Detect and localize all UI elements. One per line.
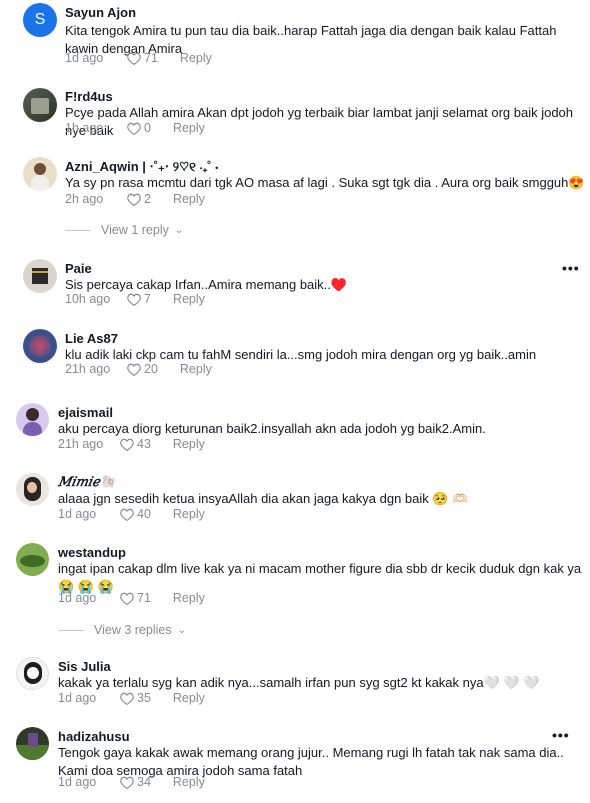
- reply-button[interactable]: Reply: [173, 292, 205, 306]
- more-dots-icon[interactable]: •••: [562, 260, 580, 276]
- reply-button[interactable]: Reply: [173, 591, 205, 605]
- heart-outline-icon: [127, 52, 141, 65]
- reply-button[interactable]: Reply: [173, 775, 205, 789]
- heart-outline-icon: [127, 363, 141, 376]
- avatar[interactable]: [23, 157, 57, 191]
- comment-time: 21h ago: [58, 437, 104, 451]
- comment-username[interactable]: westandup: [58, 545, 126, 560]
- like-button[interactable]: 34: [120, 775, 151, 789]
- comment-meta: 1d ago 40 Reply: [58, 507, 205, 521]
- comment-meta: 21h ago 20 Reply: [65, 362, 212, 376]
- like-count: 34: [137, 775, 151, 789]
- avatar[interactable]: [16, 403, 49, 436]
- like-count: 20: [144, 362, 158, 376]
- like-count: 7: [144, 292, 151, 306]
- like-count: 40: [137, 507, 151, 521]
- avatar[interactable]: [23, 329, 57, 363]
- reply-button[interactable]: Reply: [173, 691, 205, 705]
- comment-time: 1d ago: [65, 51, 104, 65]
- like-count: 71: [144, 51, 158, 65]
- divider: [65, 229, 91, 231]
- comment-meta: 1d ago 71 Reply: [65, 51, 212, 65]
- like-button[interactable]: 0: [127, 121, 151, 135]
- comment-time: 1d ago: [58, 507, 97, 521]
- comment-time: 21h ago: [65, 362, 111, 376]
- like-button[interactable]: 40: [120, 507, 151, 521]
- heart-outline-icon: [127, 122, 141, 135]
- comment-time: 1d ago: [58, 691, 97, 705]
- comment-text: alaaa jgn sesedih ketua insyaAllah dia a…: [58, 491, 469, 506]
- comment-text: Ya sy pn rasa mcmtu dari tgk AO masa af …: [65, 175, 585, 190]
- comment-meta: 1d ago 35 Reply: [58, 691, 205, 705]
- like-count: 0: [144, 121, 151, 135]
- avatar[interactable]: [16, 473, 49, 506]
- comment-meta: 1d ago 71 Reply: [58, 591, 205, 605]
- like-count: 43: [137, 437, 151, 451]
- like-button[interactable]: 71: [127, 51, 158, 65]
- reply-button[interactable]: Reply: [180, 362, 212, 376]
- comment-text: kakak ya terlalu syg kan adik nya...sama…: [58, 675, 540, 690]
- comment-meta: 2h ago 2 Reply: [65, 192, 205, 206]
- like-button[interactable]: 35: [120, 691, 151, 705]
- comment-username[interactable]: ejaismail: [58, 405, 113, 420]
- avatar[interactable]: [23, 259, 57, 293]
- more-dots-icon[interactable]: •••: [552, 727, 570, 743]
- comment-username[interactable]: Azni_Aqwin | ⋅˚₊‧ ୨♡୧ ‧₊˚ ⋅: [65, 159, 218, 175]
- reply-button[interactable]: Reply: [173, 192, 205, 206]
- like-count: 2: [144, 192, 151, 206]
- view-replies-button[interactable]: View 3 replies ⌄: [58, 623, 186, 637]
- comment-time: 2h ago: [65, 192, 104, 206]
- comment-username[interactable]: 𝑀𝑖𝑚𝑖𝑒🐚: [58, 475, 116, 490]
- avatar[interactable]: [23, 88, 57, 122]
- comment-text: aku percaya diorg keturunan baik2.insyal…: [58, 421, 486, 436]
- comment-meta: 10h ago 7 Reply: [65, 292, 205, 306]
- comment-time: 1h ago: [65, 121, 104, 135]
- heart-outline-icon: [120, 508, 134, 521]
- reply-button[interactable]: Reply: [173, 121, 205, 135]
- avatar[interactable]: [16, 543, 49, 576]
- like-button[interactable]: 7: [127, 292, 151, 306]
- comment-username[interactable]: hadizahusu: [58, 729, 130, 744]
- chevron-down-icon: ⌄: [174, 224, 184, 236]
- comment-time: 1d ago: [58, 775, 97, 789]
- reply-button[interactable]: Reply: [180, 51, 212, 65]
- heart-outline-icon: [120, 692, 134, 705]
- like-count: 35: [137, 691, 151, 705]
- comment-username[interactable]: Sis Julia: [58, 659, 111, 674]
- comment-username[interactable]: Lie As87: [65, 331, 118, 346]
- view-replies-button[interactable]: View 1 reply ⌄: [65, 223, 183, 237]
- chevron-down-icon: ⌄: [177, 624, 186, 636]
- comment-meta: 1h ago 0 Reply: [65, 121, 205, 135]
- avatar[interactable]: S: [23, 3, 57, 37]
- like-button[interactable]: 2: [127, 192, 151, 206]
- avatar[interactable]: [16, 657, 49, 690]
- comment-username[interactable]: Sayun Ajon: [65, 5, 136, 20]
- like-button[interactable]: 71: [120, 591, 151, 605]
- heart-outline-icon: [127, 293, 141, 306]
- comment-meta: 1d ago 34 Reply: [58, 775, 205, 789]
- heart-outline-icon: [120, 592, 134, 605]
- divider: [58, 629, 84, 631]
- avatar[interactable]: [16, 727, 49, 760]
- heart-outline-icon: [127, 193, 141, 206]
- like-button[interactable]: 20: [127, 362, 158, 376]
- comment-username[interactable]: F!rd4us: [65, 89, 113, 104]
- reply-button[interactable]: Reply: [173, 437, 205, 451]
- reply-button[interactable]: Reply: [173, 507, 205, 521]
- comment-time: 1d ago: [58, 591, 97, 605]
- like-count: 71: [137, 591, 151, 605]
- view-replies-label: View 3 replies: [94, 623, 172, 637]
- comment-username[interactable]: Paie: [65, 261, 92, 276]
- like-button[interactable]: 43: [120, 437, 151, 451]
- comment-meta: 21h ago 43 Reply: [58, 437, 205, 451]
- comment-time: 10h ago: [65, 292, 111, 306]
- heart-outline-icon: [120, 776, 134, 789]
- view-replies-label: View 1 reply: [101, 223, 169, 237]
- heart-outline-icon: [120, 438, 134, 451]
